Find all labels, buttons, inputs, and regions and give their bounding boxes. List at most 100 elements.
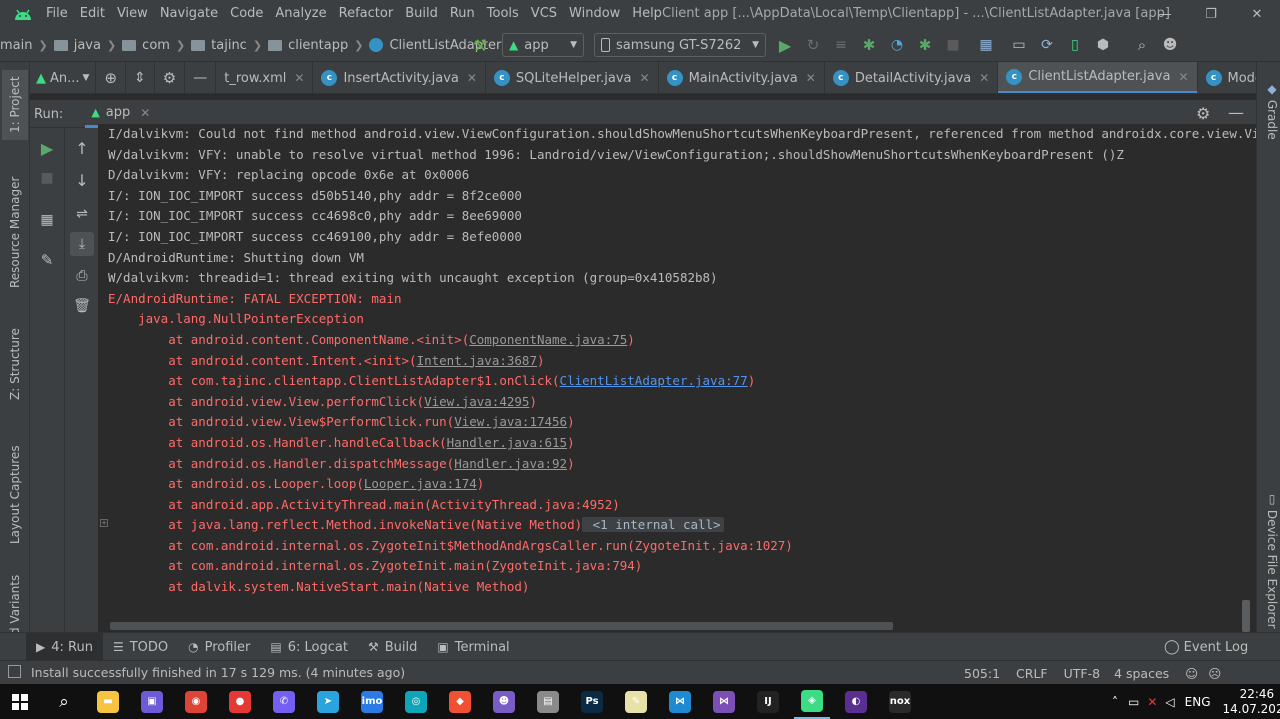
- menu-tools[interactable]: Tools: [481, 0, 525, 28]
- volume-icon[interactable]: ◁: [1165, 695, 1174, 709]
- collapse-all-button[interactable]: ⇕: [126, 62, 155, 93]
- taskbar-chrome-icon[interactable]: ◉: [178, 684, 214, 719]
- resource-manager-tool-tab[interactable]: Resource Manager: [2, 172, 28, 292]
- close-icon[interactable]: ✕: [979, 71, 989, 85]
- breadcrumb-main[interactable]: main ❯: [0, 38, 54, 53]
- print-icon[interactable]: ⎙: [70, 264, 94, 288]
- gear-icon[interactable]: ⚙: [155, 62, 186, 93]
- layout-icon[interactable]: ▦: [35, 208, 59, 232]
- taskbar-camera-icon[interactable]: ◎: [398, 684, 434, 719]
- bottom-tab[interactable]: ⚒ Build: [358, 633, 427, 661]
- debug-icon[interactable]: ✱: [858, 34, 880, 56]
- breadcrumb-java[interactable]: java ❯: [53, 38, 122, 53]
- editor-tab[interactable]: t_row.xml ✕: [216, 62, 314, 93]
- taskbar-intellij-icon[interactable]: IJ: [750, 684, 786, 719]
- profile-icon[interactable]: ◔: [886, 34, 908, 56]
- menu-code[interactable]: Code: [224, 0, 269, 28]
- fold-marker-icon[interactable]: +: [100, 519, 108, 527]
- panel-toggle-icon[interactable]: [8, 665, 21, 678]
- internal-call-fold[interactable]: <1 internal call>: [582, 517, 724, 533]
- run-config-select[interactable]: ▲ app ▼: [502, 33, 584, 57]
- soft-wrap-icon[interactable]: ⇌: [70, 202, 94, 226]
- source-link[interactable]: View.java:4295: [424, 394, 529, 409]
- rerun-icon[interactable]: ▶: [35, 136, 59, 160]
- clock-date[interactable]: 14.07.2020: [1223, 702, 1280, 717]
- pin-icon[interactable]: ✎: [35, 248, 59, 272]
- bottom-tab[interactable]: ◔ Profiler: [178, 633, 260, 661]
- editor-tab[interactable]: c DetailActivity.java ✕: [825, 62, 999, 93]
- taskbar-database-icon[interactable]: ▤: [530, 684, 566, 719]
- source-link[interactable]: ClientListAdapter.java:77: [560, 373, 748, 388]
- bottom-tab[interactable]: ▣ Terminal: [427, 633, 519, 661]
- run-icon[interactable]: ▶: [774, 34, 796, 56]
- user-icon[interactable]: ☻: [1159, 34, 1181, 56]
- project-structure-icon[interactable]: ▦: [975, 34, 997, 56]
- source-link[interactable]: Handler.java:92: [454, 456, 567, 471]
- tray-chevron-icon[interactable]: ˄: [1112, 695, 1118, 709]
- breadcrumb-tajinc[interactable]: tajinc ❯: [191, 38, 268, 53]
- breadcrumb-com[interactable]: com ❯: [122, 38, 191, 53]
- locate-file-button[interactable]: ⊕: [96, 62, 127, 93]
- scroll-to-end-icon[interactable]: ⤓: [70, 232, 94, 256]
- source-link[interactable]: Handler.java:615: [447, 435, 567, 450]
- hide-panel-icon[interactable]: —: [1228, 103, 1244, 122]
- breadcrumb-clientapp[interactable]: clientapp ❯: [268, 38, 369, 53]
- source-link[interactable]: View.java:17456: [454, 414, 567, 429]
- stop-icon[interactable]: ■: [35, 166, 59, 190]
- language-indicator[interactable]: ENG: [1185, 695, 1211, 709]
- clock-time[interactable]: 22:46: [1240, 687, 1275, 702]
- taskbar-androidstudio-icon[interactable]: ◈: [794, 684, 830, 719]
- hammer-icon[interactable]: ⚒: [469, 34, 491, 56]
- menu-vcs[interactable]: VCS: [525, 0, 563, 28]
- taskbar-photoshop-icon[interactable]: Ps: [574, 684, 610, 719]
- minimize-button[interactable]: —: [1142, 0, 1188, 28]
- sync-gradle-icon[interactable]: ⟳: [1036, 34, 1058, 56]
- file-encoding[interactable]: UTF-8: [1064, 666, 1100, 681]
- windows-start-icon[interactable]: [2, 684, 38, 719]
- menu-analyze[interactable]: Analyze: [269, 0, 332, 28]
- event-log-tab[interactable]: ◯ Event Log: [1164, 633, 1248, 661]
- trash-icon[interactable]: 🗑: [70, 294, 94, 318]
- run-console-output[interactable]: I/dalvikvm: Could not find method androi…: [98, 124, 1256, 621]
- search-icon[interactable]: ⌕: [1131, 34, 1153, 56]
- indent-setting[interactable]: 4 spaces: [1114, 666, 1169, 681]
- structure-tool-tab[interactable]: Z: Structure: [2, 324, 28, 404]
- restore-button[interactable]: ❐: [1188, 0, 1234, 28]
- rerun-icon[interactable]: ↻: [802, 34, 824, 56]
- close-icon[interactable]: ✕: [640, 71, 650, 85]
- horizontal-scrollbar[interactable]: [110, 622, 893, 630]
- taskbar-telegram-icon[interactable]: ➤: [310, 684, 346, 719]
- memory-indicator-icon[interactable]: ☺: [1185, 666, 1198, 681]
- status-message[interactable]: Install successfully finished in 17 s 12…: [31, 665, 405, 680]
- search-icon[interactable]: ⌕: [46, 684, 82, 719]
- down-arrow-icon[interactable]: ↓: [70, 168, 94, 192]
- taskbar-explorer-icon[interactable]: ▬: [90, 684, 126, 719]
- source-link[interactable]: ComponentName.java:75: [469, 332, 627, 347]
- bottom-tab[interactable]: ☰ TODO: [103, 633, 178, 661]
- device-select[interactable]: samsung GT-S7262 ▼: [594, 33, 766, 57]
- menu-build[interactable]: Build: [399, 0, 444, 28]
- editor-tab[interactable]: c InsertActivity.java ✕: [313, 62, 486, 93]
- vertical-scrollbar[interactable]: [1242, 600, 1250, 632]
- editor-tab[interactable]: cModel.java✕: [1198, 62, 1256, 93]
- network-icon[interactable]: ✕: [1147, 695, 1157, 709]
- editor-tab[interactable]: c ClientListAdapter.java ✕: [998, 62, 1198, 93]
- taskbar-recorder-icon[interactable]: ●: [222, 684, 258, 719]
- taskbar-notepad-icon[interactable]: ✎: [618, 684, 654, 719]
- layout-captures-tool-tab[interactable]: Layout Captures: [2, 440, 28, 550]
- battery-icon[interactable]: ▭: [1128, 695, 1139, 709]
- bottom-tab[interactable]: ▤ 6: Logcat: [260, 633, 358, 661]
- menu-file[interactable]: File: [40, 0, 74, 28]
- menu-view[interactable]: View: [111, 0, 154, 28]
- close-button[interactable]: ✕: [1234, 0, 1280, 28]
- event-face-icon[interactable]: ☹: [1208, 666, 1221, 681]
- device-manager-icon[interactable]: ▯: [1064, 34, 1086, 56]
- taskbar-eclipse-icon[interactable]: ◐: [838, 684, 874, 719]
- device-file-explorer-tool-tab[interactable]: ▯ Device File Explorer: [1259, 492, 1279, 629]
- line-separator[interactable]: CRLF: [1016, 666, 1048, 681]
- apply-changes-icon[interactable]: ≡: [830, 34, 852, 56]
- project-tool-tab[interactable]: 1: Project: [2, 70, 28, 140]
- taskbar-vscode-icon[interactable]: ⋈: [662, 684, 698, 719]
- gradle-tool-tab[interactable]: ◆ Gradle: [1259, 82, 1279, 140]
- menu-run[interactable]: Run: [444, 0, 481, 28]
